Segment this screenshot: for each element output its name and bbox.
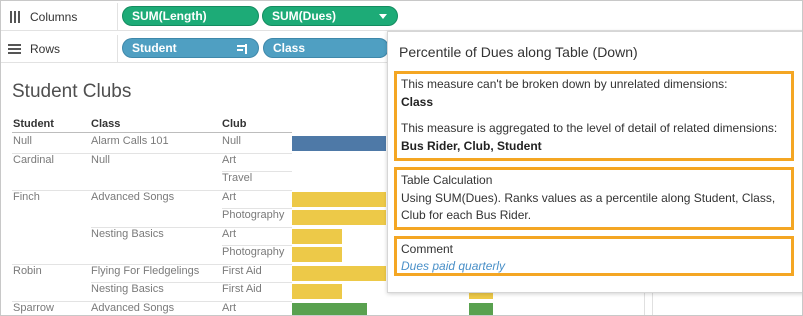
rows-icon (8, 42, 24, 56)
dues-bar[interactable] (292, 228, 342, 244)
tooltip-bold-line: Bus Rider, Club, Student (401, 139, 542, 153)
class-pill-label: Class (273, 41, 306, 55)
tooltip-bold-line: Class (401, 95, 434, 109)
columns-shelf[interactable]: Columns SUM(Length) SUM(Dues) (1, 3, 802, 31)
student-pill-label: Student (132, 41, 177, 55)
row-class: Advanced Songs (91, 301, 175, 314)
sum-dues-pill-label: SUM(Dues) (272, 9, 337, 23)
columns-shelf-label: Columns (1, 3, 118, 30)
header-student: Student (13, 118, 54, 130)
row-club: First Aid (222, 283, 262, 295)
row-club: Null (222, 135, 241, 147)
columns-icon (8, 10, 24, 24)
row-class: Null (91, 153, 110, 166)
row-student: Null (13, 135, 32, 147)
row-class: Alarm Calls 101 (91, 135, 169, 147)
row-student: Robin (13, 264, 42, 277)
row-club: Art (222, 190, 237, 203)
tableau-view: Columns SUM(Length) SUM(Dues) Rows Stude… (0, 0, 803, 316)
row-club: Photography (222, 246, 285, 258)
dues-bar[interactable] (292, 247, 342, 262)
tooltip-line: Club for each Bus Rider. (401, 208, 532, 222)
tooltip-section-dimensions: This measure can't be broken down by unr… (394, 71, 794, 161)
tooltip-heading: Table Calculation (401, 173, 493, 187)
row-class: Nesting Basics (91, 227, 164, 240)
rows-shelf-label: Rows (1, 35, 118, 62)
tooltip-section-comment: Comment Dues paid quarterly (394, 236, 794, 276)
row-student: Cardinal (13, 153, 54, 166)
student-pill[interactable]: Student (122, 38, 259, 58)
sum-dues-pill[interactable]: SUM(Dues) (262, 6, 398, 26)
tooltip-line: Using SUM(Dues). Ranks values as a perce… (401, 191, 776, 205)
header-club: Club (222, 118, 247, 130)
row-class: Flying For Fledgelings (91, 264, 200, 277)
row-separator (12, 152, 292, 154)
dues-bar[interactable] (292, 136, 386, 151)
row-club: Photography (222, 209, 285, 221)
hierarchy-icon (237, 43, 249, 55)
class-pill[interactable]: Class (263, 38, 389, 58)
row-club: Art (222, 227, 237, 240)
rows-label: Rows (30, 41, 61, 56)
row-student: Finch (13, 190, 40, 203)
row-class: Advanced Songs (91, 190, 175, 203)
row-class: Nesting Basics (91, 283, 164, 295)
dues-bar[interactable] (292, 284, 342, 299)
tooltip-line: This measure can't be broken down by unr… (401, 77, 728, 91)
dues-bar[interactable] (292, 302, 367, 315)
dues-bar[interactable] (292, 265, 386, 281)
row-student: Sparrow (13, 301, 54, 314)
tooltip-comment: Dues paid quarterly (401, 259, 506, 273)
row-club: First Aid (222, 264, 262, 277)
header-class: Class (91, 118, 121, 130)
dues-bar[interactable] (292, 191, 386, 207)
field-tooltip: Percentile of Dues along Table (Down) Th… (387, 31, 802, 293)
view-title: Student Clubs (12, 81, 132, 102)
tooltip-section-table-calc: Table Calculation Using SUM(Dues). Ranks… (394, 167, 794, 230)
dues-bar[interactable] (292, 210, 386, 225)
sum-length-pill[interactable]: SUM(Length) (122, 6, 259, 26)
header-divider (12, 132, 292, 133)
row-club: Art (222, 301, 237, 314)
tooltip-heading: Comment (401, 242, 454, 256)
chevron-down-icon[interactable] (379, 14, 387, 19)
columns-label: Columns (30, 9, 78, 24)
row-club: Travel (222, 172, 253, 184)
sum-length-pill-label: SUM(Length) (132, 9, 207, 23)
length-bar[interactable] (469, 302, 493, 315)
tooltip-line: This measure is aggregated to the level … (401, 121, 778, 135)
row-club: Art (222, 153, 237, 166)
tooltip-title: Percentile of Dues along Table (Down) (399, 44, 638, 60)
